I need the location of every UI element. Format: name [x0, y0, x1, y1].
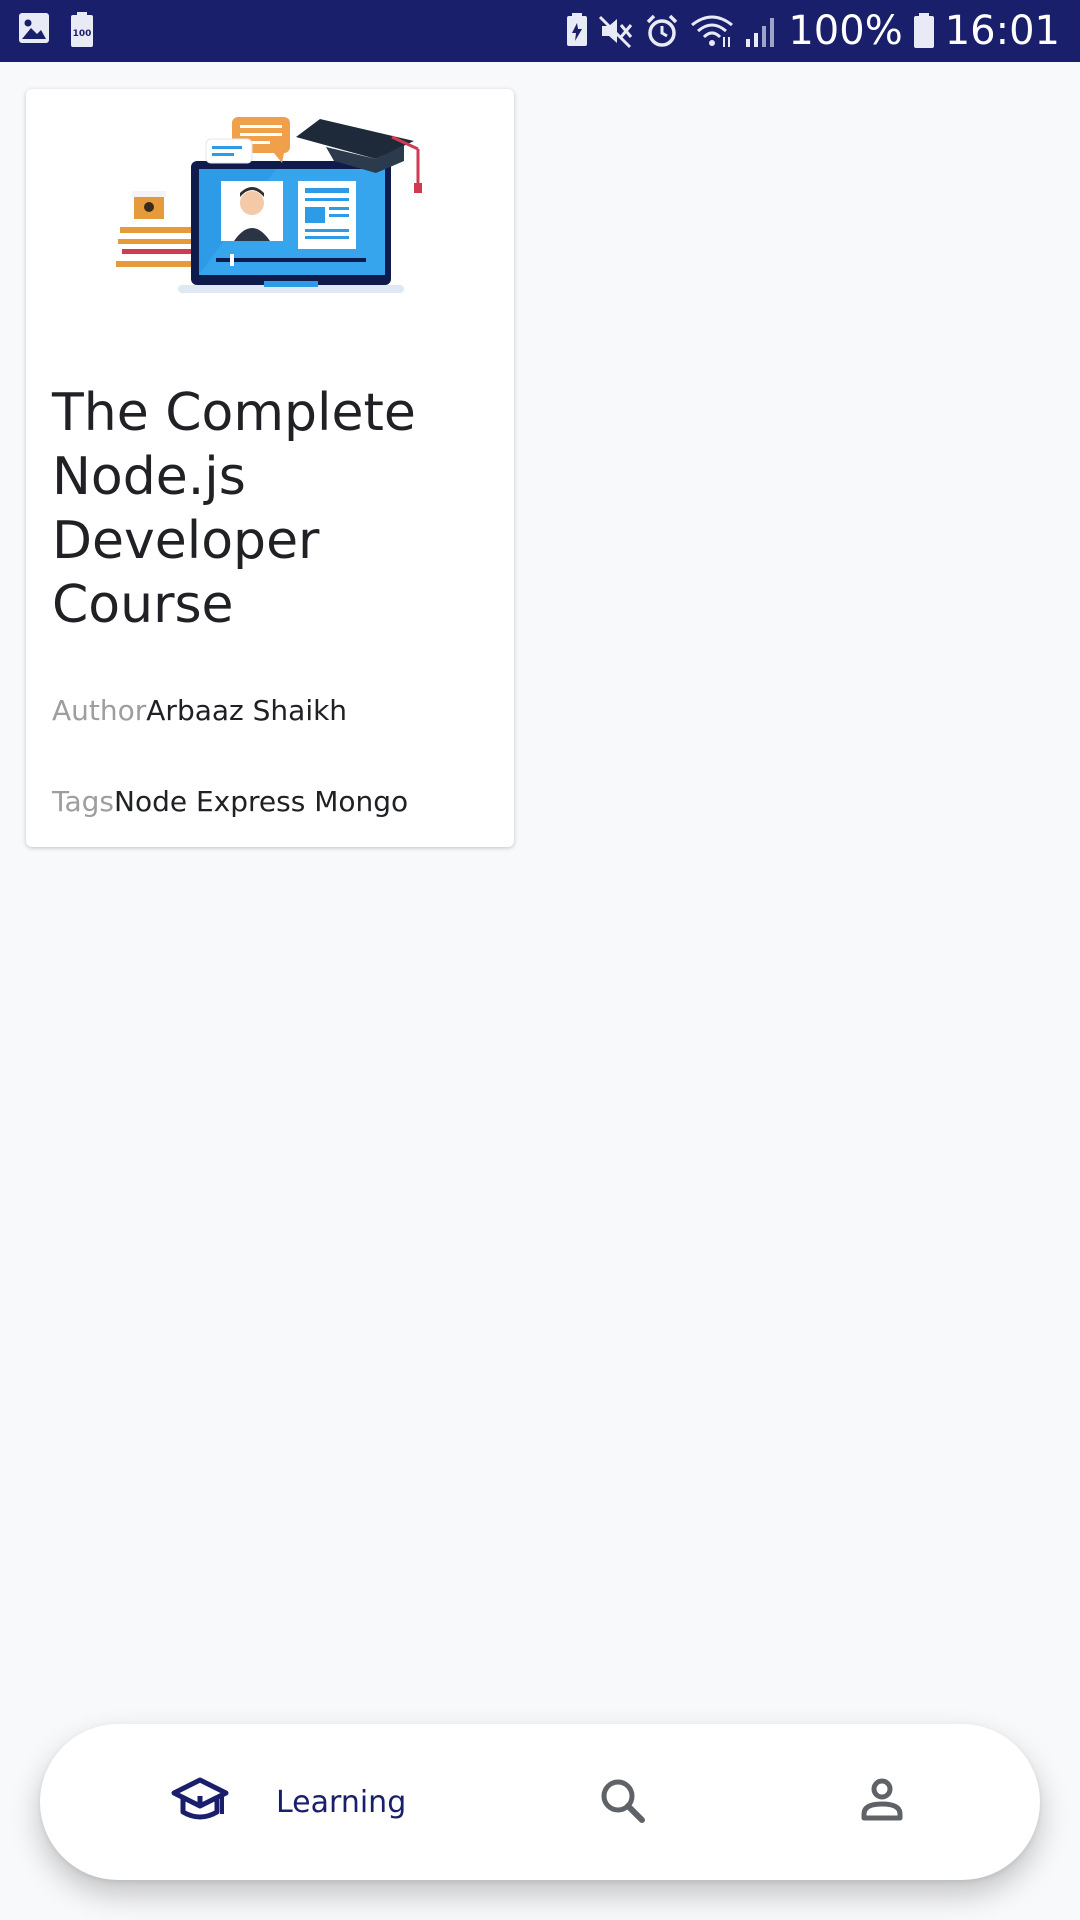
tags-row: TagsNode Express Mongo: [52, 784, 504, 820]
nav-item-search[interactable]: [586, 1766, 658, 1838]
status-time: 16:01: [944, 8, 1060, 54]
person-icon: [858, 1776, 906, 1829]
graduation-cap-icon: [170, 1776, 230, 1829]
battery-icon: [913, 13, 935, 49]
author-label: Author: [52, 694, 147, 727]
tags-value: Node Express Mongo: [114, 785, 409, 818]
status-bar-left: 100: [18, 12, 94, 48]
status-bar: 100 100% 16:01: [0, 0, 1080, 62]
wifi-icon: [690, 13, 734, 49]
gallery-icon: [18, 12, 50, 48]
battery-saver-icon: [566, 13, 588, 49]
online-course-illustration: [26, 89, 514, 319]
nav-learning-label: Learning: [276, 1784, 407, 1820]
alarm-icon: [644, 13, 680, 49]
svg-text:100: 100: [73, 29, 92, 39]
author-row: AuthorArbaaz Shaikh: [52, 693, 504, 729]
battery-100-notification-icon: 100: [70, 12, 94, 48]
status-bar-right: 100% 16:01: [566, 8, 1060, 54]
battery-percent: 100%: [788, 8, 903, 54]
nav-item-profile[interactable]: [846, 1766, 918, 1838]
mute-icon: [598, 13, 634, 49]
author-value: Arbaaz Shaikh: [146, 694, 348, 727]
course-title: The Complete Node.js Developer Course: [52, 383, 416, 635]
course-card[interactable]: The Complete Node.js Developer Course Au…: [26, 89, 514, 847]
tags-label: Tags: [52, 785, 114, 818]
bottom-navigation: Learning: [40, 1724, 1040, 1880]
signal-icon: [744, 13, 778, 49]
search-icon: [598, 1776, 646, 1829]
nav-item-learning[interactable]: Learning: [170, 1762, 406, 1842]
